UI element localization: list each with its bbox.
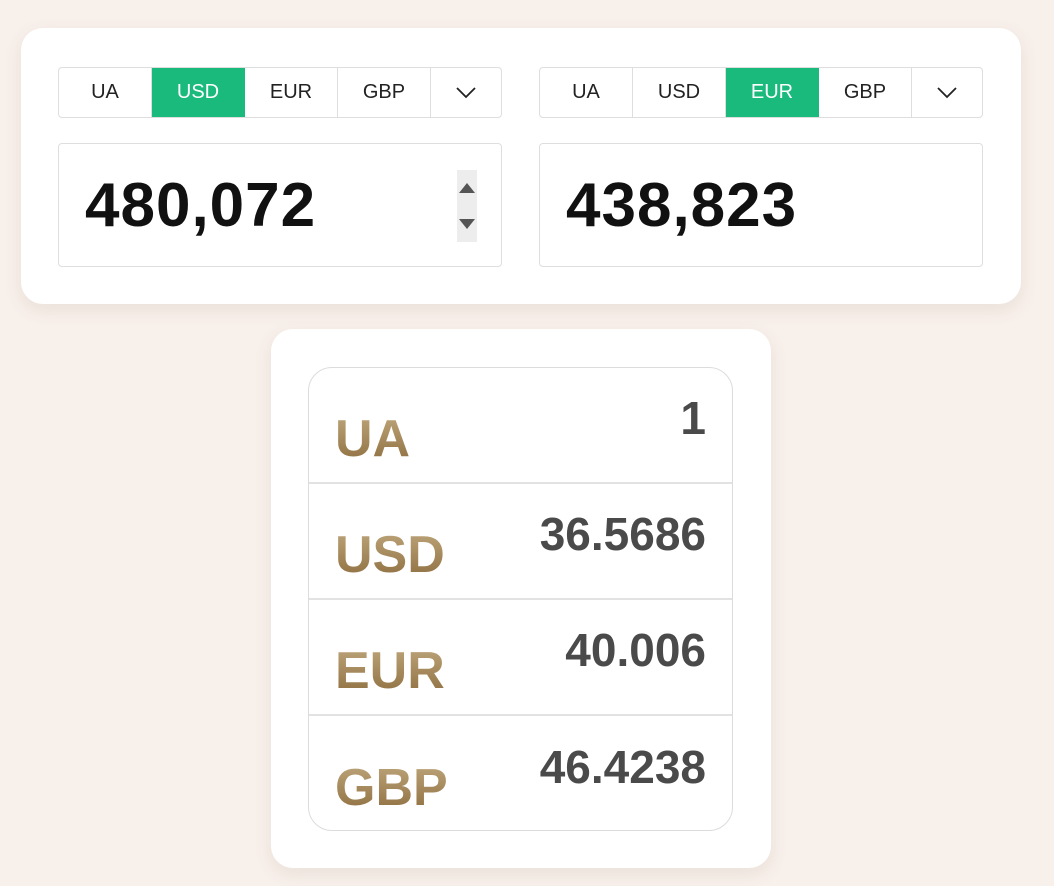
converter-card: UA USD EUR GBP 480,072 UA USD EUR GBP 43… (21, 28, 1021, 304)
caret-down-icon (459, 219, 475, 229)
to-more-currencies-button[interactable] (912, 68, 982, 117)
from-tab-gbp[interactable]: GBP (338, 68, 431, 117)
rate-code: UA (335, 410, 411, 468)
rate-value: 46.4238 (539, 741, 706, 793)
to-tab-eur[interactable]: EUR (726, 68, 819, 117)
chevron-down-icon (456, 86, 476, 98)
to-currency-tabs: UA USD EUR GBP (539, 67, 983, 118)
rate-value: 1 (680, 392, 706, 444)
caret-up-icon (459, 183, 475, 193)
from-amount-box (58, 143, 502, 267)
rate-value: 40.006 (565, 624, 706, 676)
amount-stepper[interactable] (457, 170, 477, 242)
to-amount-value: 438,823 (566, 171, 798, 240)
rate-row-eur: EUR 40.006 (309, 600, 732, 716)
from-currency-panel: UA USD EUR GBP (58, 67, 502, 267)
from-more-currencies-button[interactable] (431, 68, 501, 117)
rate-row-gbp: GBP 46.4238 (309, 716, 732, 830)
to-tab-gbp[interactable]: GBP (819, 68, 912, 117)
to-amount-box: 438,823 (539, 143, 983, 267)
to-tab-ua[interactable]: UA (540, 68, 633, 117)
chevron-down-icon (937, 86, 957, 98)
decrement-button[interactable] (457, 206, 477, 242)
from-tab-eur[interactable]: EUR (245, 68, 338, 117)
to-currency-panel: UA USD EUR GBP 438,823 (539, 67, 983, 267)
rate-row-ua: UA 1 (309, 368, 732, 484)
rate-code: EUR (335, 642, 445, 700)
to-tab-usd[interactable]: USD (633, 68, 726, 117)
rates-card: UA 1 USD 36.5686 EUR 40.006 GBP 46.4238 (271, 329, 771, 868)
from-amount-input[interactable] (85, 170, 445, 242)
rates-table: UA 1 USD 36.5686 EUR 40.006 GBP 46.4238 (308, 367, 733, 831)
rate-code: GBP (335, 759, 448, 817)
rate-row-usd: USD 36.5686 (309, 484, 732, 600)
increment-button[interactable] (457, 170, 477, 206)
rate-code: USD (335, 526, 445, 584)
from-currency-tabs: UA USD EUR GBP (58, 67, 502, 118)
from-tab-usd[interactable]: USD (152, 68, 245, 117)
rate-value: 36.5686 (539, 508, 706, 560)
from-tab-ua[interactable]: UA (59, 68, 152, 117)
